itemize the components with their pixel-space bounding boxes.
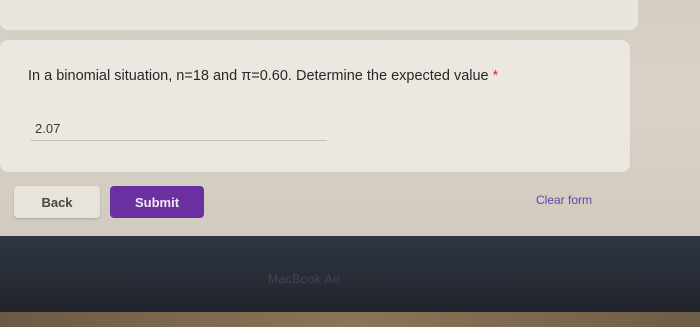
question-card: In a binomial situation, n=18 and π=0.60… — [0, 40, 630, 172]
back-button[interactable]: Back — [14, 186, 100, 218]
form-screen: In a binomial situation, n=18 and π=0.60… — [0, 0, 700, 236]
clear-form-link[interactable]: Clear form — [536, 193, 592, 207]
question-title: In a binomial situation, n=18 and π=0.60… — [28, 68, 498, 84]
submit-button[interactable]: Submit — [110, 186, 204, 218]
laptop-brand-label: MacBook Air — [268, 272, 341, 286]
required-asterisk: * — [492, 68, 499, 84]
question-text: In a binomial situation, n=18 and π=0.60… — [28, 68, 489, 84]
answer-input[interactable]: 2.07 — [35, 121, 60, 136]
laptop-bezel: MacBook Air — [0, 236, 700, 316]
answer-underline — [30, 140, 327, 141]
desk-surface — [0, 312, 700, 327]
previous-question-card — [0, 0, 638, 30]
